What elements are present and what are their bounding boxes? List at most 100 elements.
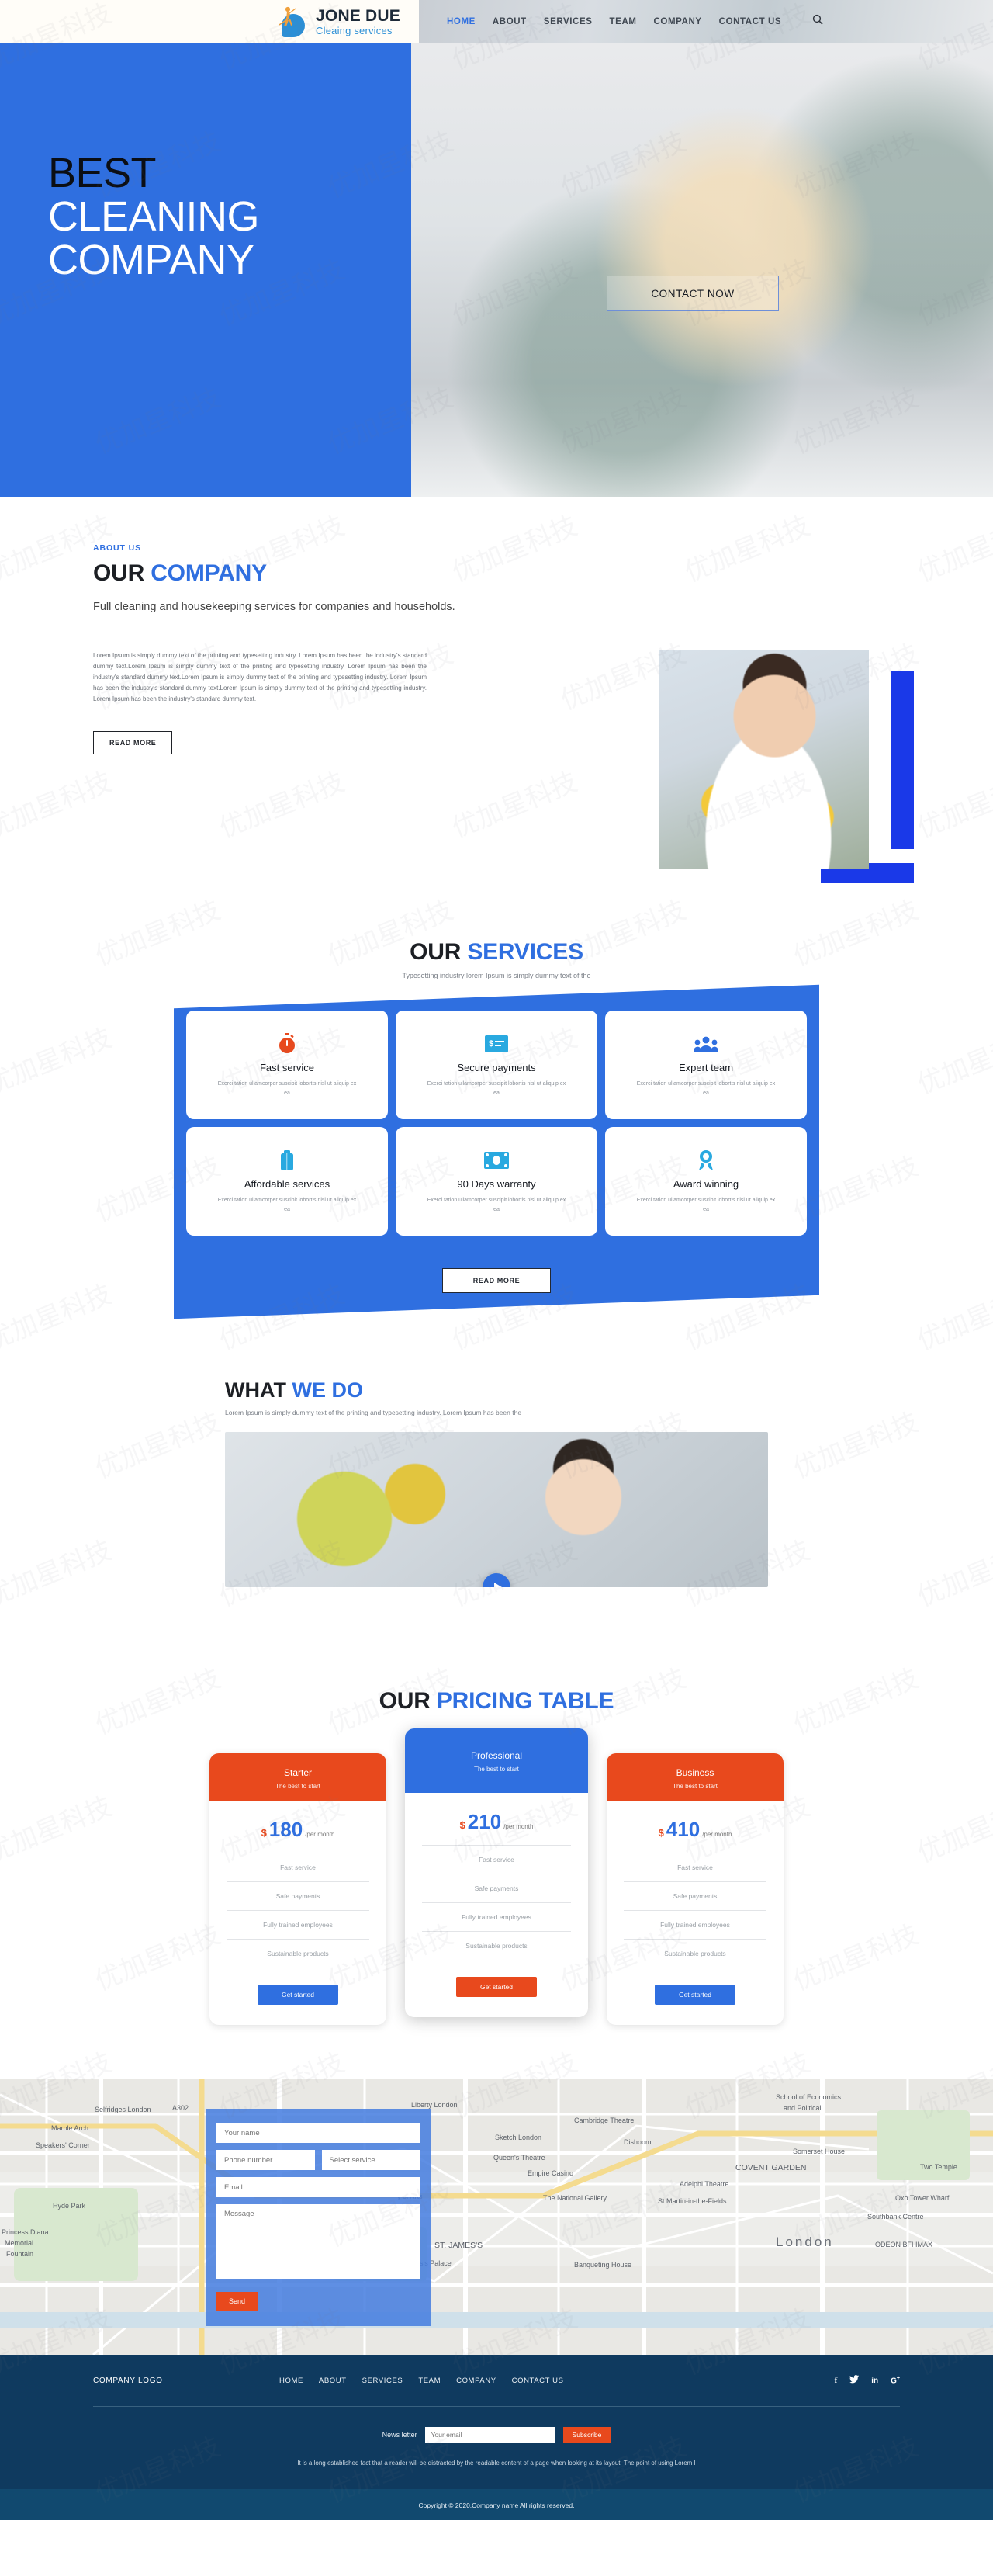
landing-page: JONE DUE Cleaing services HOME ABOUT SER… xyxy=(0,0,993,2521)
site-footer: COMPANY LOGO HOME ABOUT SERVICES TEAM CO… xyxy=(0,2355,993,2521)
service-card-award-winning[interactable]: Award winning Exerci tation ullamcorper … xyxy=(605,1127,807,1236)
message-textarea[interactable] xyxy=(216,2204,420,2279)
plan-tagline: The best to start xyxy=(275,1783,320,1790)
newsletter-email-input[interactable] xyxy=(424,2427,555,2443)
about-media xyxy=(659,650,914,883)
map-label: Selfridges London xyxy=(95,2106,151,2113)
video-thumbnail[interactable] xyxy=(225,1432,768,1587)
hero-line-1: BEST xyxy=(48,150,157,196)
map-label: Queen's Theatre xyxy=(493,2154,545,2162)
map-label: Liberty London xyxy=(411,2101,458,2109)
map-label: and Political xyxy=(784,2104,822,2112)
service-card-secure-payments[interactable]: $ Secure payments Exerci tation ullamcor… xyxy=(396,1011,597,1119)
map-background[interactable]: Selfridges London Liberty London Cambrid… xyxy=(0,2079,993,2355)
newsletter-label: News letter xyxy=(382,2431,417,2439)
phone-input[interactable] xyxy=(216,2150,315,2170)
services-read-more-button[interactable]: READ MORE xyxy=(442,1268,551,1293)
logo-name: JONE DUE xyxy=(316,6,400,25)
footer-nav-services[interactable]: SERVICES xyxy=(362,2377,403,2385)
plan-feature: Fully trained employees xyxy=(624,1910,766,1939)
pricing-title-dark: OUR xyxy=(379,1688,431,1714)
pricing-card-starter[interactable]: Starter The best to start $ 180 /per mon… xyxy=(209,1753,386,2025)
map-label: Banqueting House xyxy=(574,2261,632,2269)
plan-amount: 180 xyxy=(268,1818,303,1841)
about-body-text: Lorem Ipsum is simply dummy text of the … xyxy=(93,652,427,702)
people-icon xyxy=(694,1032,718,1056)
plan-name: Business xyxy=(676,1767,714,1778)
footer-nav-home[interactable]: HOME xyxy=(279,2377,303,2385)
plan-amount: 210 xyxy=(467,1810,502,1833)
contact-now-button[interactable]: CONTACT NOW xyxy=(607,276,779,311)
search-icon[interactable] xyxy=(812,14,823,29)
map-label: Memorial xyxy=(5,2239,34,2247)
nav-item-home[interactable]: HOME xyxy=(447,17,476,26)
twitter-icon[interactable] xyxy=(849,2375,860,2386)
footer-nav-company[interactable]: COMPANY xyxy=(456,2377,496,2385)
map-label: Fountain xyxy=(6,2250,34,2258)
service-card-fast-service[interactable]: Fast service Exerci tation ullamcorper s… xyxy=(186,1011,388,1119)
contact-form: Send xyxy=(206,2109,431,2326)
plan-price: $ 210 /per month xyxy=(422,1810,571,1834)
footer-nav-about[interactable]: ABOUT xyxy=(319,2377,347,2385)
plan-feature: Sustainable products xyxy=(422,1931,571,1960)
plan-cta-button[interactable]: Get started xyxy=(258,1985,338,2005)
email-input[interactable] xyxy=(216,2177,420,2197)
footer-description: It is a long established fact that a rea… xyxy=(297,2460,696,2467)
nav-item-team[interactable]: TEAM xyxy=(610,17,637,26)
pricing-card-business[interactable]: Business The best to start $ 410 /per mo… xyxy=(607,1753,784,2025)
service-card-expert-team[interactable]: Expert team Exerci tation ullamcorper su… xyxy=(605,1011,807,1119)
plan-period: /per month xyxy=(503,1823,534,1830)
play-icon[interactable] xyxy=(483,1573,510,1587)
service-desc: Exerci tation ullamcorper suscipit lobor… xyxy=(427,1197,566,1212)
map-label: School of Economics xyxy=(776,2093,842,2101)
plan-tagline: The best to start xyxy=(673,1783,718,1790)
what-we-do-subtitle: Lorem Ipsum is simply dummy text of the … xyxy=(225,1409,522,1416)
about-lead: Full cleaning and housekeeping services … xyxy=(93,601,455,613)
nav-item-about[interactable]: ABOUT xyxy=(493,17,527,26)
site-header: JONE DUE Cleaing services HOME ABOUT SER… xyxy=(0,0,993,43)
map-label: Marble Arch xyxy=(51,2124,89,2132)
map-label: Dishoom xyxy=(624,2138,652,2146)
plan-tagline: The best to start xyxy=(474,1766,519,1773)
main-nav: HOME ABOUT SERVICES TEAM COMPANY CONTACT… xyxy=(447,14,823,29)
plan-cta-button[interactable]: Get started xyxy=(456,1977,537,1997)
nav-item-company[interactable]: COMPANY xyxy=(654,17,702,26)
plan-feature: Safe payments xyxy=(624,1881,766,1910)
service-card-affordable-services[interactable]: Affordable services Exerci tation ullamc… xyxy=(186,1127,388,1236)
map-label: Cambridge Theatre xyxy=(574,2117,635,2124)
plan-cta-button[interactable]: Get started xyxy=(655,1985,735,2005)
map-label: Speakers' Corner xyxy=(36,2141,90,2149)
map-label: St Martin-in-the-Fields xyxy=(658,2197,727,2205)
site-logo[interactable]: JONE DUE Cleaing services xyxy=(275,6,400,37)
footer-nav-team[interactable]: TEAM xyxy=(418,2377,441,2385)
map-label: Oxo Tower Wharf xyxy=(895,2194,950,2202)
linkedin-icon[interactable]: in xyxy=(871,2377,878,2385)
send-button[interactable]: Send xyxy=(216,2292,258,2311)
service-select[interactable] xyxy=(321,2150,420,2170)
service-card-90-days-warranty[interactable]: 90 Days warranty Exerci tation ullamcorp… xyxy=(396,1127,597,1236)
plan-feature: Fully trained employees xyxy=(422,1902,571,1931)
footer-nav-contact-us[interactable]: CONTACT US xyxy=(512,2377,564,2385)
plan-feature: Fast service xyxy=(227,1853,369,1881)
nav-item-services[interactable]: SERVICES xyxy=(544,17,593,26)
map-label: The National Gallery xyxy=(543,2194,607,2202)
pricing-section: OUR PRICING TABLE Starter The best to st… xyxy=(0,1634,993,2079)
what-we-do-section: WHAT WE DO Lorem Ipsum is simply dummy t… xyxy=(0,1355,993,1634)
pricing-card-professional[interactable]: Professional The best to start $ 210 /pe… xyxy=(405,1728,588,2017)
about-title: OUR COMPANY xyxy=(93,560,900,587)
service-title: Affordable services xyxy=(244,1177,330,1190)
footer-nav: HOME ABOUT SERVICES TEAM COMPANY CONTACT… xyxy=(279,2377,835,2385)
google-plus-icon[interactable]: G+ xyxy=(891,2376,900,2385)
name-input[interactable] xyxy=(216,2123,420,2143)
facebook-icon[interactable]: f xyxy=(835,2376,838,2385)
map-label: Adelphi Theatre xyxy=(680,2180,729,2188)
about-read-more-button[interactable]: READ MORE xyxy=(93,731,173,754)
hero-line-2: CLEANING xyxy=(48,193,260,241)
footer-divider xyxy=(93,2406,900,2407)
service-desc: Exerci tation ullamcorper suscipit lobor… xyxy=(217,1080,357,1096)
plan-name: Starter xyxy=(283,1767,312,1778)
nav-item-contact-us[interactable]: CONTACT US xyxy=(719,17,782,26)
map-label: Southbank Centre xyxy=(867,2213,924,2221)
subscribe-button[interactable]: Subscribe xyxy=(562,2427,611,2443)
about-title-accent: COMPANY xyxy=(151,560,267,586)
